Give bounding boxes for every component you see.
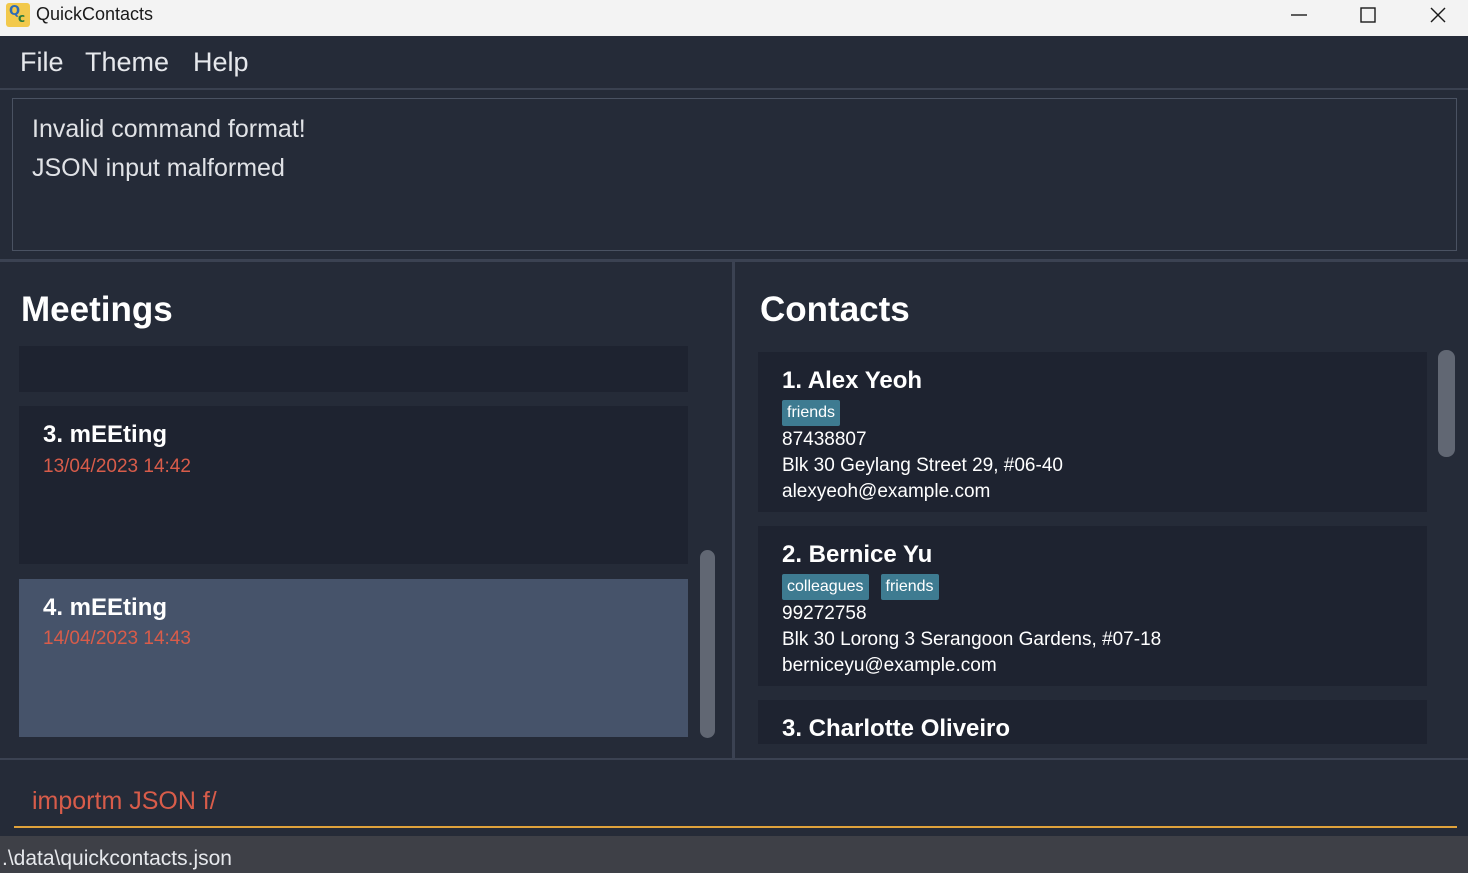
- command-input[interactable]: [14, 776, 1457, 828]
- contact-name: 3. Charlotte Oliveiro: [782, 715, 1011, 742]
- meeting-datetime: 13/04/2023 14:42: [43, 456, 191, 477]
- tag-friends: friends: [782, 400, 841, 426]
- contacts-list[interactable]: 1. Alex Yeoh friends 87438807 Blk 30 Gey…: [758, 352, 1428, 744]
- contact-email: berniceyu@example.com: [782, 655, 997, 676]
- meeting-name: 4. mEEting: [43, 594, 168, 621]
- meeting-card-selected[interactable]: 4. mEEting 14/04/2023 14:43: [19, 579, 688, 737]
- menu-file[interactable]: File: [20, 47, 64, 78]
- contact-address: Blk 30 Lorong 3 Serangoon Gardens, #07-1…: [782, 629, 1162, 650]
- contact-phone: 87438807: [782, 429, 867, 450]
- window-title: QuickContacts: [36, 4, 154, 24]
- contact-phone: 99272758: [782, 603, 867, 624]
- contact-card[interactable]: 3. Charlotte Oliveiro: [758, 700, 1427, 744]
- result-display: Invalid command format! JSON input malfo…: [12, 98, 1457, 251]
- app-logo-icon: Qc: [6, 3, 30, 27]
- menu-help[interactable]: Help: [193, 47, 249, 78]
- result-message-line: Invalid command format!: [32, 115, 306, 143]
- menu-theme[interactable]: Theme: [85, 47, 169, 78]
- contact-email: alexyeoh@example.com: [782, 481, 991, 502]
- contact-tags: colleagues friends: [782, 574, 939, 600]
- menu-bar: File Theme Help: [0, 36, 1468, 90]
- meetings-heading: Meetings: [21, 290, 173, 329]
- minimize-button[interactable]: [1264, 0, 1334, 30]
- contacts-heading: Contacts: [760, 290, 910, 329]
- close-button[interactable]: [1403, 0, 1468, 30]
- contact-address: Blk 30 Geylang Street 29, #06-40: [782, 455, 1063, 476]
- status-bar: .\data\quickcontacts.json: [0, 836, 1468, 873]
- meeting-datetime: 14/04/2023 14:43: [43, 628, 191, 649]
- contact-tags: friends: [782, 400, 841, 426]
- minimize-icon: [1291, 14, 1307, 16]
- tag-colleagues: colleagues: [782, 574, 869, 600]
- close-icon: [1430, 7, 1446, 23]
- maximize-button[interactable]: [1333, 0, 1403, 30]
- tag-friends: friends: [880, 574, 939, 600]
- contact-name: 1. Alex Yeoh: [782, 367, 923, 394]
- command-box: [0, 758, 1468, 836]
- meetings-list[interactable]: 3. mEEting 13/04/2023 14:42 4. mEEting 1…: [19, 346, 689, 746]
- contact-name: 2. Bernice Yu: [782, 541, 933, 568]
- meeting-card-partial[interactable]: [19, 346, 688, 392]
- result-message-line: JSON input malformed: [32, 154, 285, 182]
- meetings-scrollbar[interactable]: [700, 550, 715, 738]
- contact-card[interactable]: 2. Bernice Yu colleagues friends 9927275…: [758, 526, 1427, 686]
- maximize-icon: [1360, 7, 1376, 23]
- save-file-path: .\data\quickcontacts.json: [2, 847, 232, 870]
- meeting-name: 3. mEEting: [43, 421, 168, 448]
- title-bar: Qc QuickContacts: [0, 0, 1468, 36]
- panel-divider[interactable]: [732, 262, 735, 758]
- meeting-card[interactable]: 3. mEEting 13/04/2023 14:42: [19, 406, 688, 564]
- contact-card[interactable]: 1. Alex Yeoh friends 87438807 Blk 30 Gey…: [758, 352, 1427, 512]
- contacts-scrollbar[interactable]: [1438, 350, 1455, 457]
